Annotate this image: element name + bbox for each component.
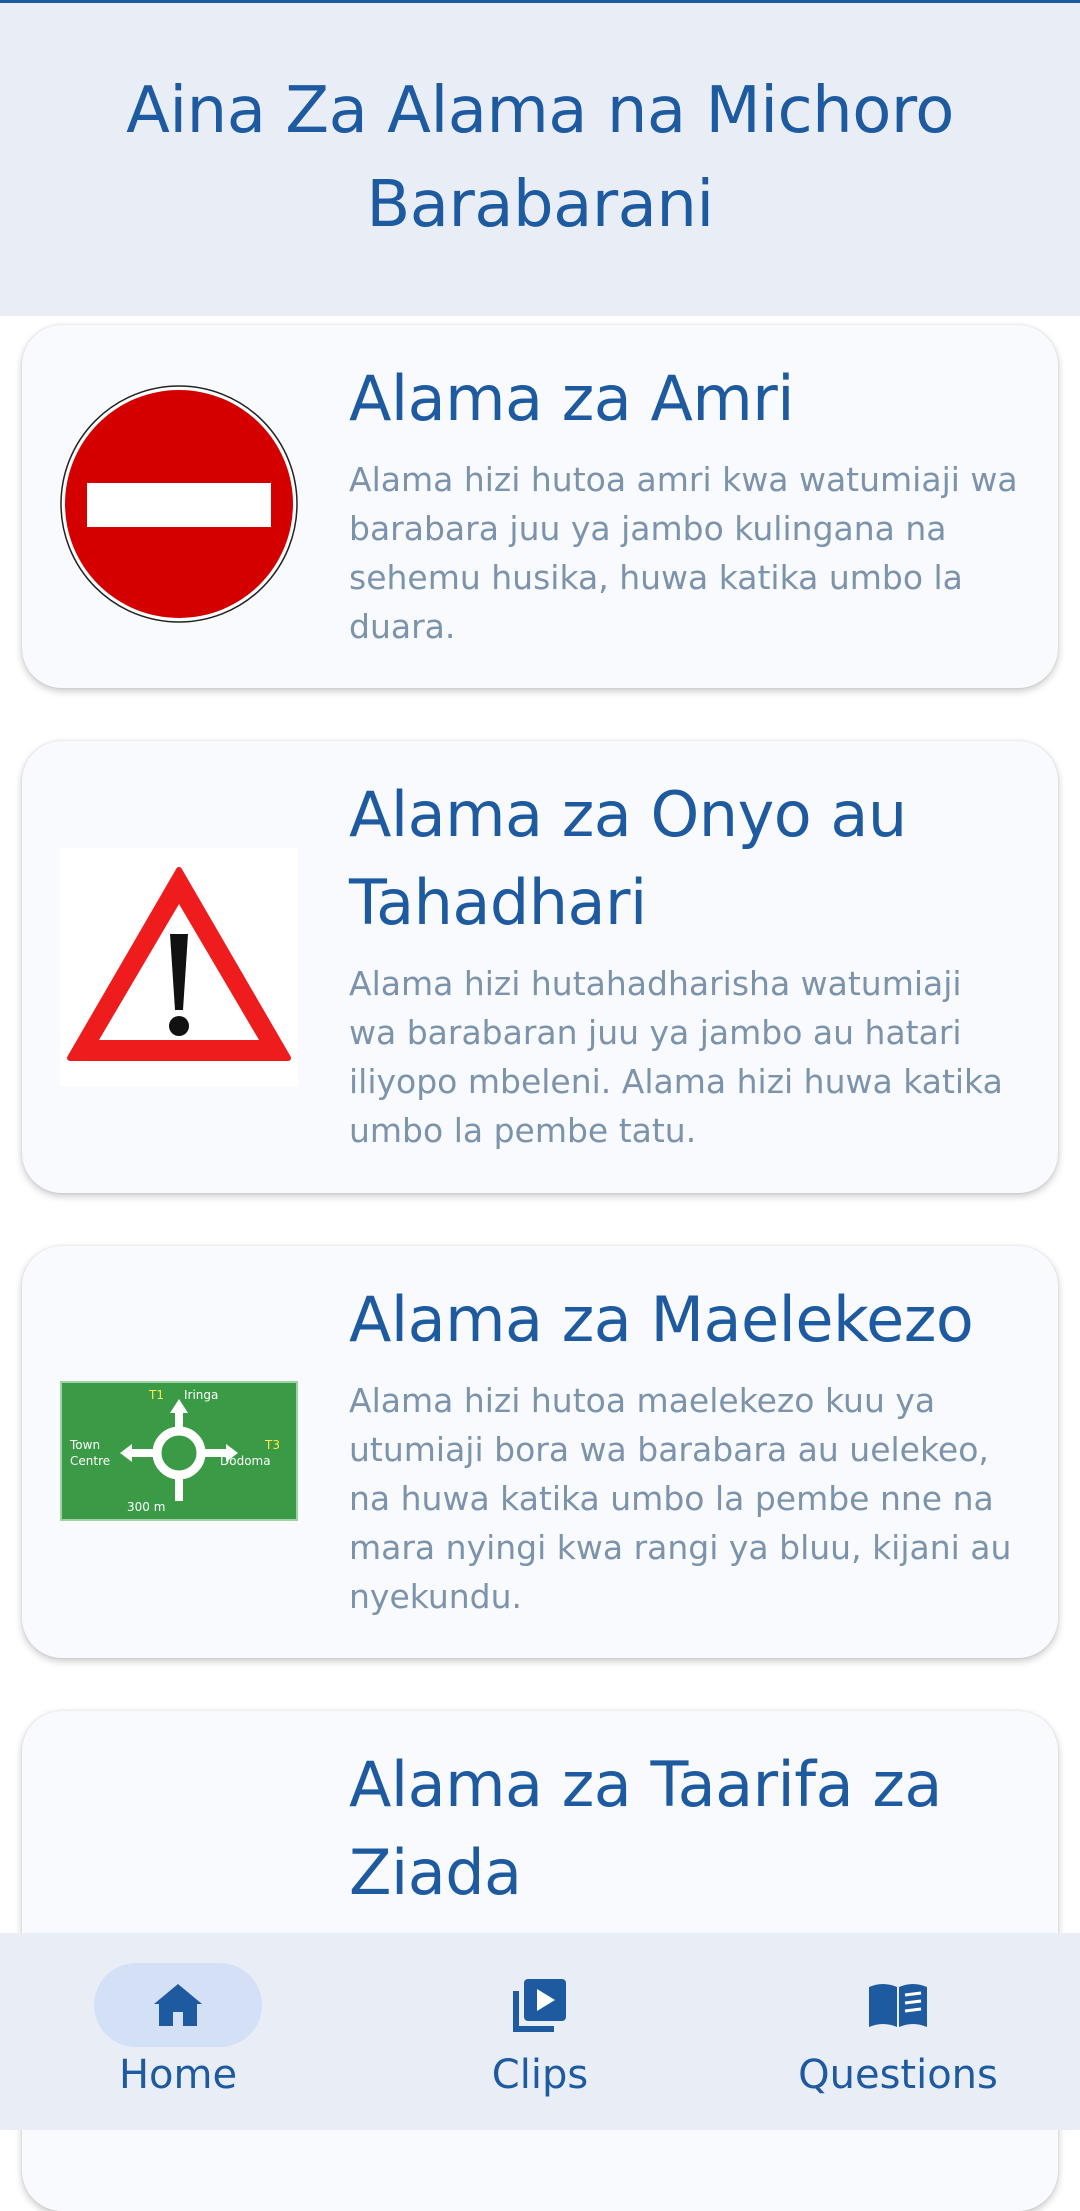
sign-category-card-onyo[interactable]: Alama za Onyo au Tahadhari Alama hizi hu… <box>22 741 1058 1193</box>
nav-clips-indicator <box>456 1963 624 2047</box>
warning-triangle-icon <box>60 848 298 1086</box>
nav-clips-label: Clips <box>491 2052 589 2098</box>
clips-icon <box>513 1979 566 2032</box>
page-title: Aina Za Alama na Michoro Barabarani <box>126 74 954 242</box>
nav-questions-indicator <box>814 1963 982 2047</box>
book-icon <box>869 1984 927 2027</box>
direction-sign-icon: T1 Iringa Town Centre T3 Dodoma 300 m <box>60 1381 298 1521</box>
nav-questions[interactable]: Questions <box>778 1963 1018 2103</box>
nav-home-indicator <box>94 1963 262 2047</box>
card-title: Alama za Amri <box>349 362 795 435</box>
nav-home-label: Home <box>118 2052 238 2098</box>
card-description: Alama hizi hutoa amri kwa watumiaji wa b… <box>349 460 1018 646</box>
card-description: Alama hizi hutoa maelekezo kuu ya utumia… <box>349 1381 1012 1616</box>
bottom-navigation: Home Clips Questions <box>0 1933 1080 2130</box>
app-header: Aina Za Alama na Michoro Barabarani <box>0 0 1080 316</box>
card-title: Alama za Onyo au Tahadhari <box>349 778 907 939</box>
nav-home[interactable]: Home <box>58 1963 298 2103</box>
nav-questions-label: Questions <box>798 2052 998 2098</box>
sign-left-place-1: Town <box>69 1438 100 1452</box>
home-icon <box>154 1984 202 2026</box>
sign-category-card-maelekezo[interactable]: T1 Iringa Town Centre T3 Dodoma 300 m Al… <box>22 1246 1058 1658</box>
card-title: Alama za Maelekezo <box>349 1283 974 1356</box>
sign-right-place: Dodoma <box>220 1454 271 1468</box>
sign-right-code: T3 <box>264 1438 280 1452</box>
top-border <box>0 0 1080 3</box>
card-description: Alama hizi hutahadharisha watumiaji wa b… <box>349 964 1003 1150</box>
sign-top-place: Iringa <box>184 1388 218 1402</box>
sign-left-place-2: Centre <box>70 1454 110 1468</box>
sign-category-card-amri[interactable]: Alama za Amri Alama hizi hutoa amri kwa … <box>22 325 1058 688</box>
nav-clips[interactable]: Clips <box>420 1963 660 2103</box>
sign-top-code: T1 <box>148 1388 164 1402</box>
sign-distance: 300 m <box>127 1500 165 1514</box>
card-title: Alama za Taarifa za Ziada <box>349 1748 942 1909</box>
no-entry-sign-icon <box>60 385 298 623</box>
